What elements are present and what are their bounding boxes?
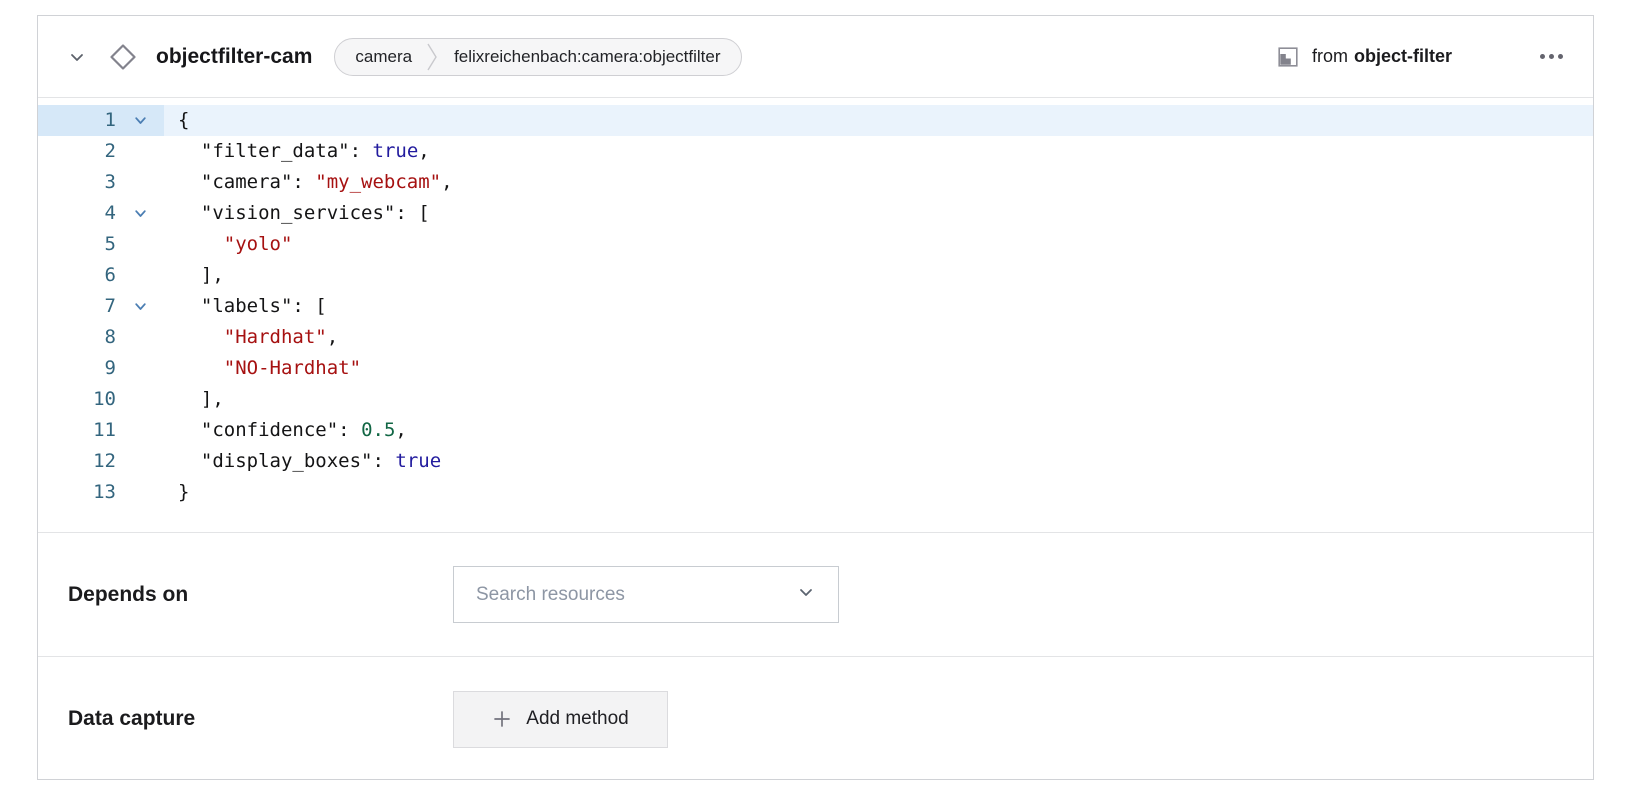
code-line[interactable]: 12 "display_boxes": true — [38, 446, 1593, 477]
line-number: 8 — [38, 322, 116, 353]
code-editor[interactable]: 1{2 "filter_data": true,3 "camera": "my_… — [38, 98, 1593, 533]
code-line-content[interactable]: "display_boxes": true — [164, 446, 1593, 477]
code-line-content[interactable]: ], — [164, 260, 1593, 291]
fold-spacer — [116, 136, 164, 167]
fold-spacer — [116, 167, 164, 198]
code-line[interactable]: 3 "camera": "my_webcam", — [38, 167, 1593, 198]
search-resources-placeholder: Search resources — [476, 584, 625, 606]
ellipsis-menu-icon[interactable] — [1538, 48, 1565, 65]
code-line-content[interactable]: "labels": [ — [164, 291, 1593, 322]
fold-spacer — [116, 384, 164, 415]
code-line[interactable]: 4 "vision_services": [ — [38, 198, 1593, 229]
editor-gutter: 7 — [38, 291, 164, 322]
code-line-content[interactable]: "NO-Hardhat" — [164, 353, 1593, 384]
resource-model-label: felixreichenbach:camera:objectfilter — [454, 47, 720, 67]
fold-spacer — [116, 260, 164, 291]
line-number: 6 — [38, 260, 116, 291]
editor-gutter: 1 — [38, 105, 164, 136]
editor-gutter: 12 — [38, 446, 164, 477]
data-capture-section: Data capture Add method — [38, 657, 1593, 781]
code-line[interactable]: 5 "yolo" — [38, 229, 1593, 260]
fold-spacer — [116, 415, 164, 446]
line-number: 5 — [38, 229, 116, 260]
badge-separator-chevron-icon — [426, 38, 440, 76]
module-name: object-filter — [1354, 46, 1452, 66]
code-line-content[interactable]: "Hardhat", — [164, 322, 1593, 353]
data-capture-label: Data capture — [68, 707, 453, 731]
code-line[interactable]: 10 ], — [38, 384, 1593, 415]
line-number: 7 — [38, 291, 116, 322]
line-number: 12 — [38, 446, 116, 477]
code-line-content[interactable]: "yolo" — [164, 229, 1593, 260]
fold-spacer — [116, 322, 164, 353]
editor-gutter: 2 — [38, 136, 164, 167]
fold-spacer — [116, 229, 164, 260]
resource-type-label: camera — [355, 47, 412, 67]
code-line-content[interactable]: "filter_data": true, — [164, 136, 1593, 167]
code-line-content[interactable]: "camera": "my_webcam", — [164, 167, 1593, 198]
line-number: 9 — [38, 353, 116, 384]
code-line-content[interactable]: "confidence": 0.5, — [164, 415, 1593, 446]
fold-toggle-icon[interactable] — [116, 291, 164, 322]
depends-on-section: Depends on Search resources — [38, 533, 1593, 657]
code-line-content[interactable]: ], — [164, 384, 1593, 415]
code-line[interactable]: 1{ — [38, 105, 1593, 136]
from-module-text: from object-filter — [1312, 46, 1452, 67]
resource-card: objectfilter-cam camera felixreichenbach… — [37, 15, 1594, 780]
fold-spacer — [116, 446, 164, 477]
add-method-label: Add method — [526, 708, 628, 730]
editor-gutter: 4 — [38, 198, 164, 229]
line-number: 10 — [38, 384, 116, 415]
depends-on-label: Depends on — [68, 583, 453, 607]
resource-name: objectfilter-cam — [156, 45, 312, 69]
code-line[interactable]: 13} — [38, 477, 1593, 508]
line-number: 2 — [38, 136, 116, 167]
code-line-content[interactable]: { — [164, 105, 1593, 136]
line-number: 4 — [38, 198, 116, 229]
code-line-content[interactable]: "vision_services": [ — [164, 198, 1593, 229]
code-line[interactable]: 8 "Hardhat", — [38, 322, 1593, 353]
editor-gutter: 9 — [38, 353, 164, 384]
fold-spacer — [116, 477, 164, 508]
plus-icon — [492, 709, 512, 729]
select-chevron-down-icon — [796, 582, 816, 607]
fold-spacer — [116, 353, 164, 384]
search-resources-select[interactable]: Search resources — [453, 566, 839, 623]
collapse-chevron-icon[interactable] — [64, 44, 90, 70]
editor-gutter: 3 — [38, 167, 164, 198]
from-label: from — [1312, 46, 1348, 66]
add-method-button[interactable]: Add method — [453, 691, 668, 748]
code-line[interactable]: 9 "NO-Hardhat" — [38, 353, 1593, 384]
editor-gutter: 13 — [38, 477, 164, 508]
component-diamond-icon — [108, 42, 138, 72]
fold-toggle-icon[interactable] — [116, 105, 164, 136]
fold-toggle-icon[interactable] — [116, 198, 164, 229]
editor-gutter: 10 — [38, 384, 164, 415]
code-line[interactable]: 2 "filter_data": true, — [38, 136, 1593, 167]
card-header: objectfilter-cam camera felixreichenbach… — [38, 16, 1593, 98]
line-number: 3 — [38, 167, 116, 198]
editor-gutter: 5 — [38, 229, 164, 260]
resource-type-badge: camera felixreichenbach:camera:objectfil… — [334, 38, 741, 76]
code-line[interactable]: 6 ], — [38, 260, 1593, 291]
editor-gutter: 6 — [38, 260, 164, 291]
editor-gutter: 8 — [38, 322, 164, 353]
code-line[interactable]: 7 "labels": [ — [38, 291, 1593, 322]
line-number: 11 — [38, 415, 116, 446]
line-number: 1 — [38, 105, 116, 136]
editor-gutter: 11 — [38, 415, 164, 446]
code-line[interactable]: 11 "confidence": 0.5, — [38, 415, 1593, 446]
code-line-content[interactable]: } — [164, 477, 1593, 508]
line-number: 13 — [38, 477, 116, 508]
module-icon — [1276, 45, 1300, 69]
